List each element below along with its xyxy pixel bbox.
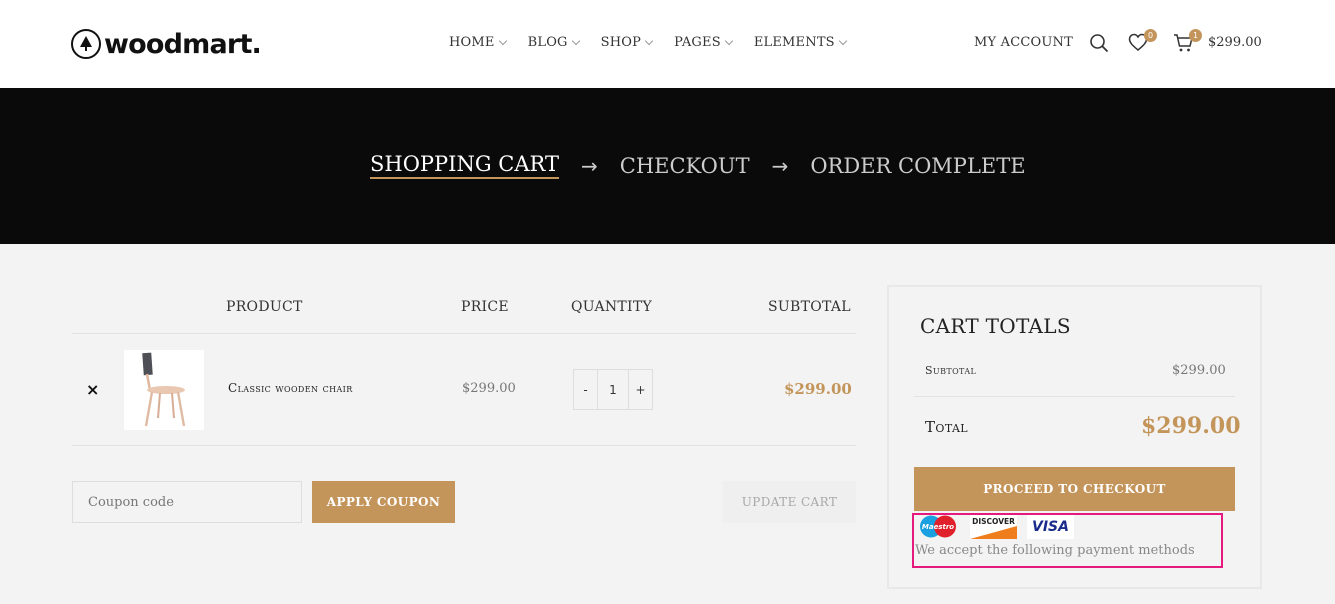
proceed-to-checkout-button[interactable]: PROCEED TO CHECKOUT [914,467,1235,511]
main-nav: HOME BLOG SHOP PAGES ELEMENTS [449,35,868,50]
nav-item-elements[interactable]: ELEMENTS [753,35,848,50]
step-order-complete: ORDER COMPLETE [810,153,1026,178]
checkout-steps-banner: SHOPPING CART → CHECKOUT → ORDER COMPLET… [0,88,1335,244]
header-cart-total[interactable]: $299.00 [1208,35,1262,50]
chair-image [142,352,186,427]
nav-item-home[interactable]: HOME [449,35,507,50]
cart-count-badge: 1 [1189,29,1202,42]
nav-item-pages[interactable]: PAGES [674,35,734,50]
column-header-product: PRODUCT [226,299,303,315]
row-subtotal: $299.00 [784,380,852,398]
table-divider [72,333,856,334]
highlight-box [912,513,1223,568]
wishlist-count-badge: 0 [1144,29,1157,42]
nav-label: HOME [449,35,495,50]
arrow-right-icon: → [771,153,789,178]
column-header-price: PRICE [461,299,509,315]
search-icon[interactable] [1089,33,1109,57]
product-price: $299.00 [462,381,516,396]
subtotal-label: Subtotal [925,364,977,377]
update-cart-button[interactable]: UPDATE CART [723,481,856,523]
step-checkout[interactable]: CHECKOUT [620,154,750,178]
column-header-quantity: QUANTITY [571,299,653,315]
total-label: Total [925,418,969,436]
nav-label: ELEMENTS [753,35,835,50]
tree-icon [71,29,101,59]
remove-item-button[interactable]: × [86,380,99,399]
product-name-link[interactable]: Classic wooden chair [228,381,353,395]
totals-divider [914,396,1235,397]
quantity-input[interactable]: 1 [597,370,629,409]
nav-label: PAGES [674,35,721,50]
chevron-down-icon [571,36,580,46]
total-value: $299.00 [1141,413,1241,439]
subtotal-value: $299.00 [1172,363,1226,378]
nav-label: SHOP [600,35,642,50]
quantity-decrease-button[interactable]: - [574,370,597,409]
nav-item-shop[interactable]: SHOP [600,35,654,50]
arrow-right-icon: → [580,153,598,178]
cart-totals-title: CART TOTALS [920,314,1071,338]
table-divider [72,445,856,446]
chevron-down-icon [644,36,654,46]
quantity-stepper: - 1 + [573,369,653,410]
apply-coupon-button[interactable]: APPLY COUPON [312,481,455,523]
nav-label: BLOG [527,35,568,50]
product-thumbnail[interactable] [124,350,204,430]
coupon-code-input[interactable]: Coupon code [72,481,302,523]
checkout-steps: SHOPPING CART → CHECKOUT → ORDER COMPLET… [370,152,1026,179]
chevron-down-icon [724,36,734,46]
chevron-down-icon [838,36,848,46]
chevron-down-icon [498,36,507,46]
nav-item-blog[interactable]: BLOG [527,35,580,50]
logo[interactable]: woodmart. [71,28,262,60]
step-shopping-cart[interactable]: SHOPPING CART [370,152,559,179]
my-account-link[interactable]: MY ACCOUNT [974,35,1073,50]
column-header-subtotal: SUBTOTAL [768,299,851,315]
logo-text: woodmart. [104,28,262,60]
site-header: woodmart. HOME BLOG SHOP PAGES ELEMENTS … [0,0,1335,88]
quantity-increase-button[interactable]: + [629,370,652,409]
